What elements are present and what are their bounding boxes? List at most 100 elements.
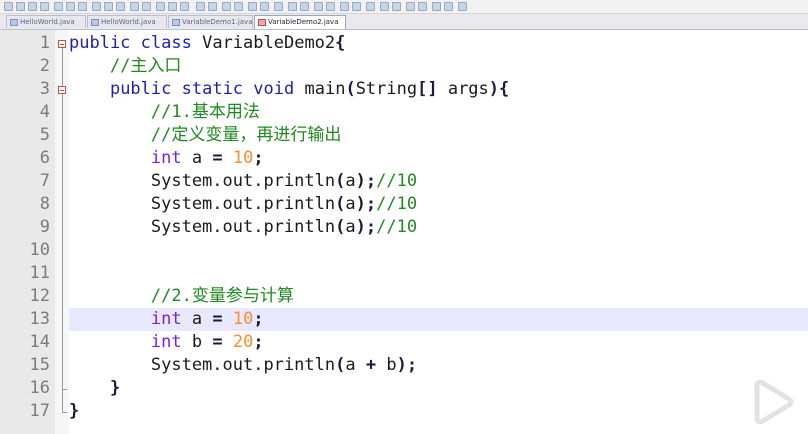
code-line[interactable]: 4 //1.基本用法: [0, 101, 808, 124]
code-line[interactable]: 11: [0, 262, 808, 285]
code-text[interactable]: }: [69, 400, 808, 423]
code-text[interactable]: public class VariableDemo2{: [69, 32, 808, 55]
tab-file[interactable]: HelloWorld.java: [87, 15, 167, 28]
code-text[interactable]: int a = 10;: [69, 147, 808, 170]
toolbar-button[interactable]: [326, 2, 335, 11]
line-number: 7: [39, 171, 50, 191]
code-token: =: [212, 332, 223, 352]
toolbar-button[interactable]: [352, 2, 361, 11]
code-line[interactable]: 17}: [0, 400, 808, 423]
toolbar-button[interactable]: [54, 2, 63, 11]
code-token: main: [294, 79, 346, 99]
tab-file[interactable]: HelloWorld.java: [6, 15, 86, 28]
toolbar-button[interactable]: [104, 2, 113, 11]
toolbar-button[interactable]: [418, 2, 427, 11]
code-line[interactable]: 9 System.out.println(a);//10: [0, 216, 808, 239]
code-token: ;: [253, 309, 264, 329]
toolbar-button[interactable]: [314, 2, 323, 11]
code-token: 10: [232, 148, 254, 168]
tab-active-file[interactable]: VariableDemo2.java: [254, 15, 346, 29]
code-token: ): [355, 194, 366, 214]
code-text[interactable]: [69, 262, 808, 285]
toolbar-button[interactable]: [458, 2, 467, 11]
code-line[interactable]: 16 }: [0, 377, 808, 400]
file-icon: [172, 19, 180, 26]
code-line[interactable]: 12 //2.变量参与计算: [0, 285, 808, 308]
toolbar-button[interactable]: [248, 2, 257, 11]
code-text[interactable]: //1.基本用法: [69, 101, 808, 124]
code-token: }: [69, 401, 80, 421]
toolbar-button[interactable]: [40, 2, 49, 11]
toolbar-button[interactable]: [234, 2, 243, 11]
toolbar-button[interactable]: [260, 2, 269, 11]
code-text[interactable]: System.out.println(a);//10: [69, 170, 808, 193]
code-line[interactable]: 6 int a = 10;: [0, 147, 808, 170]
code-line[interactable]: 14 int b = 20;: [0, 331, 808, 354]
code-line[interactable]: 7 System.out.println(a);//10: [0, 170, 808, 193]
code-token: a: [345, 217, 356, 237]
toolbar-button[interactable]: [222, 2, 231, 11]
toolbar-button[interactable]: [116, 2, 125, 11]
toolbar-button[interactable]: [156, 2, 165, 11]
toolbar-button[interactable]: [16, 2, 25, 11]
code-line[interactable]: 15 System.out.println(a + b);: [0, 354, 808, 377]
toolbar-button[interactable]: [208, 2, 217, 11]
toolbar-button[interactable]: [180, 2, 189, 11]
play-icon[interactable]: [749, 380, 797, 424]
code-text[interactable]: System.out.println(a);//10: [69, 216, 808, 239]
toolbar-button[interactable]: [392, 2, 401, 11]
code-text[interactable]: //主入口: [69, 55, 808, 78]
toolbar-button[interactable]: [168, 2, 177, 11]
code-token: =: [212, 148, 223, 168]
code-token: System.out.println: [69, 217, 336, 237]
code-line[interactable]: 13 int a = 10;: [0, 308, 808, 331]
code-token: ): [488, 79, 500, 99]
toolbar-button[interactable]: [130, 2, 139, 11]
toolbar-button[interactable]: [274, 2, 283, 11]
code-editor[interactable]: 1 public class VariableDemo2{2 //主入口 3 pub…: [0, 30, 808, 434]
code-token: 20: [232, 332, 254, 352]
code-text[interactable]: int b = 20;: [69, 331, 808, 354]
toolbar-button[interactable]: [66, 2, 75, 11]
code-line[interactable]: 1 public class VariableDemo2{: [0, 32, 808, 55]
code-text[interactable]: //2.变量参与计算: [69, 285, 808, 308]
code-text[interactable]: public static void main(String[] args){: [69, 78, 808, 101]
fold-toggle-icon[interactable]: [58, 85, 66, 94]
code-text[interactable]: System.out.println(a + b);: [69, 354, 808, 377]
code-line[interactable]: 10: [0, 239, 808, 262]
toolbar-button[interactable]: [288, 2, 297, 11]
code-text[interactable]: //定义变量，再进行输出: [69, 124, 808, 147]
code-line[interactable]: 3 public static void main(String[] args)…: [0, 78, 808, 101]
tab-file[interactable]: VariableDemo1.java: [168, 15, 253, 28]
toolbar-button[interactable]: [28, 2, 37, 11]
code-line[interactable]: 8 System.out.println(a);//10: [0, 193, 808, 216]
toolbar-button[interactable]: [92, 2, 101, 11]
toolbar-button[interactable]: [432, 2, 441, 11]
toolbar-button[interactable]: [366, 2, 375, 11]
code-token: VariableDemo2: [191, 33, 336, 53]
toolbar-button[interactable]: [406, 2, 415, 11]
toolbar-button[interactable]: [142, 2, 151, 11]
code-token: //定义变量，再进行输出: [150, 125, 342, 145]
toolbar-button[interactable]: [78, 2, 87, 11]
toolbar-button[interactable]: [380, 2, 389, 11]
toolbar-button[interactable]: [4, 2, 13, 11]
code-line[interactable]: 5 //定义变量，再进行输出: [0, 124, 808, 147]
code-text[interactable]: System.out.println(a);//10: [69, 193, 808, 216]
toolbar-button[interactable]: [444, 2, 453, 11]
toolbar-button[interactable]: [196, 2, 205, 11]
code-text[interactable]: int a = 10;: [69, 308, 808, 331]
fold-toggle-icon[interactable]: [58, 39, 66, 48]
code-text[interactable]: }: [69, 377, 808, 400]
code-token: a: [345, 355, 366, 375]
line-number: 17: [29, 401, 50, 421]
toolbar-button[interactable]: [300, 2, 309, 11]
code-token: //10: [376, 194, 418, 214]
code-text[interactable]: [69, 239, 808, 262]
toolbar-button[interactable]: [340, 2, 349, 11]
code-line[interactable]: 2 //主入口: [0, 55, 808, 78]
file-icon: [91, 19, 99, 26]
